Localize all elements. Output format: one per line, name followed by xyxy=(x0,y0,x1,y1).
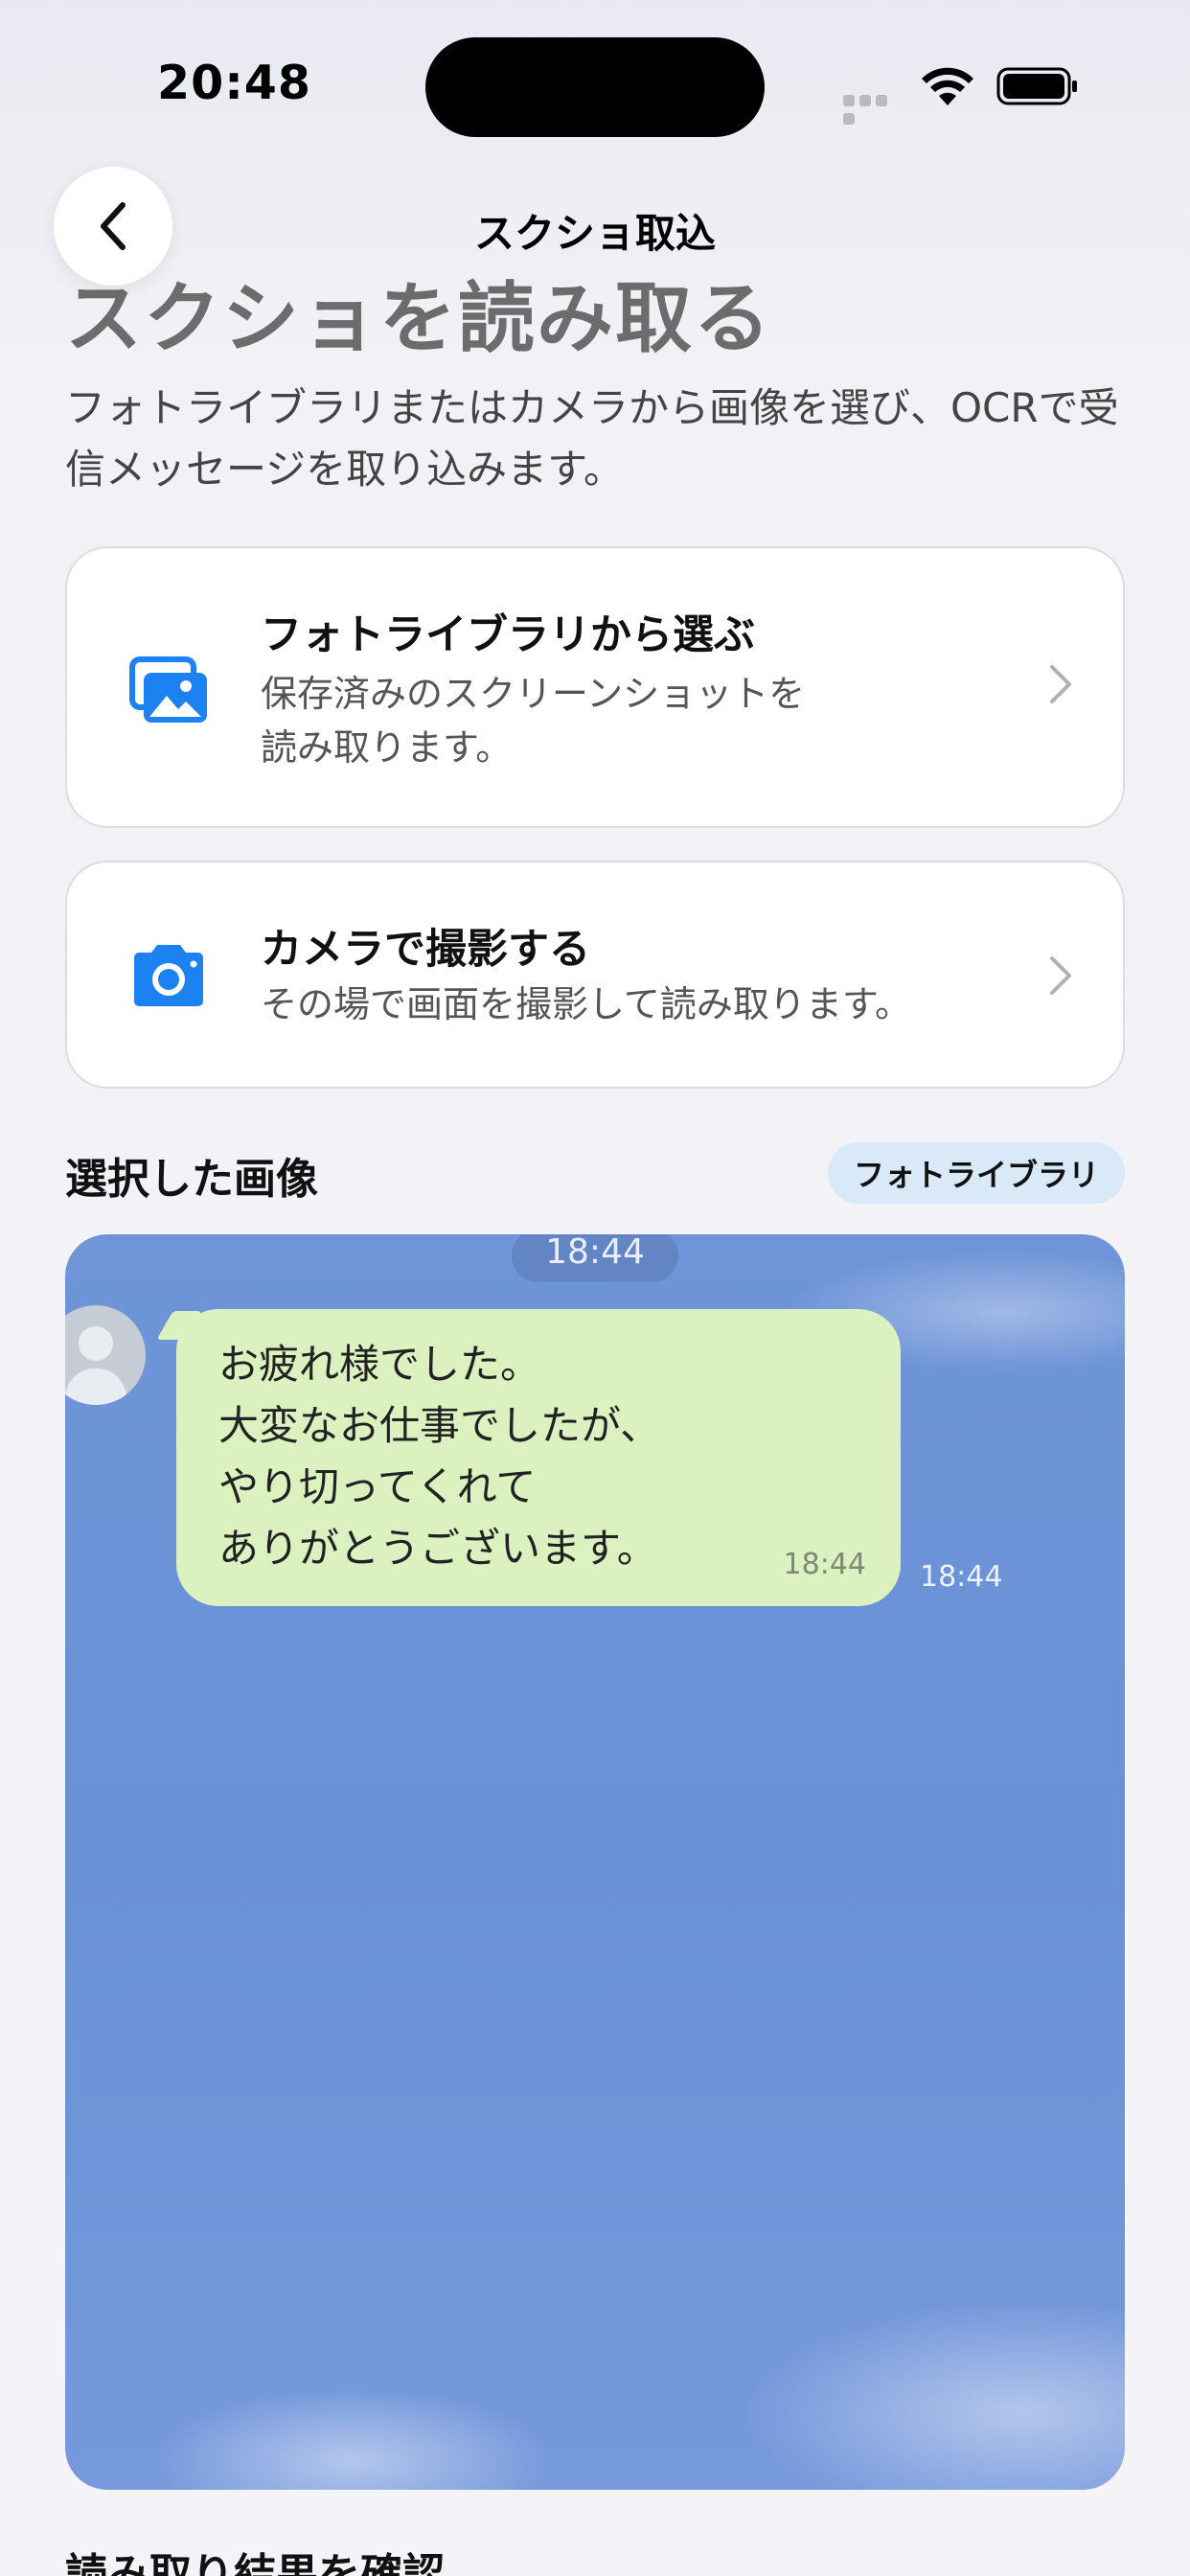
chevron-right-icon xyxy=(1050,665,1071,703)
camera-title: カメラで撮影する xyxy=(261,926,590,974)
camera-icon xyxy=(134,945,203,1006)
page-title: スクショを読み取る xyxy=(65,274,772,363)
battery-icon xyxy=(996,67,1077,105)
photo-library-title: フォトライブラリから選ぶ xyxy=(261,611,755,659)
wifi-icon xyxy=(922,67,973,105)
selected-image-title: 選択した画像 xyxy=(65,1155,318,1204)
message-date-time: 18:44 xyxy=(512,1234,678,1282)
person-icon xyxy=(65,1326,128,1405)
result-section-title: 読み取り結果を確認 xyxy=(65,2550,445,2576)
status-time: 20:48 xyxy=(157,56,311,110)
photo-library-option[interactable]: フォトライブラリから選ぶ 保存済みのスクリーンショットを読み取ります。 xyxy=(65,546,1125,828)
message-bubble: お疲れ様でした。 大変なお仕事でしたが、 やり切ってくれて ありがとうございます… xyxy=(176,1309,901,1606)
bubble-time: 18:44 xyxy=(783,1548,866,1581)
message-text: お疲れ様でした。 大変なお仕事でしたが、 やり切ってくれて ありがとうございます… xyxy=(218,1334,660,1579)
selected-image-preview: 18:44 お疲れ様でした。 大変なお仕事でしたが、 やり切ってくれて ありがと… xyxy=(65,1234,1125,2490)
message-time: 18:44 xyxy=(920,1560,1003,1594)
nav-title: スクショ取込 xyxy=(473,210,716,257)
photo-library-description: 保存済みのスクリーンショットを読み取ります。 xyxy=(261,673,806,769)
page-description: フォトライブラリまたはカメラから画像を選び、OCRで受信メッセージを取り込みます… xyxy=(65,384,1119,493)
cellular-signal-icon xyxy=(843,92,906,125)
message-line: やり切ってくれて xyxy=(218,1463,537,1510)
photo-library-icon xyxy=(129,656,207,723)
dynamic-island xyxy=(425,37,765,137)
chevron-right-icon xyxy=(1050,956,1071,995)
source-badge: フォトライブラリ xyxy=(828,1142,1125,1204)
message-line: お疲れ様でした。 xyxy=(218,1341,541,1388)
avatar xyxy=(65,1305,146,1405)
camera-option[interactable]: カメラで撮影する その場で画面を撮影して読み取ります。 xyxy=(65,861,1125,1089)
camera-description: その場で画面を撮影して読み取ります。 xyxy=(261,983,912,1025)
message-line: ありがとうございます。 xyxy=(218,1525,657,1572)
message-line: 大変なお仕事でしたが、 xyxy=(218,1402,661,1449)
